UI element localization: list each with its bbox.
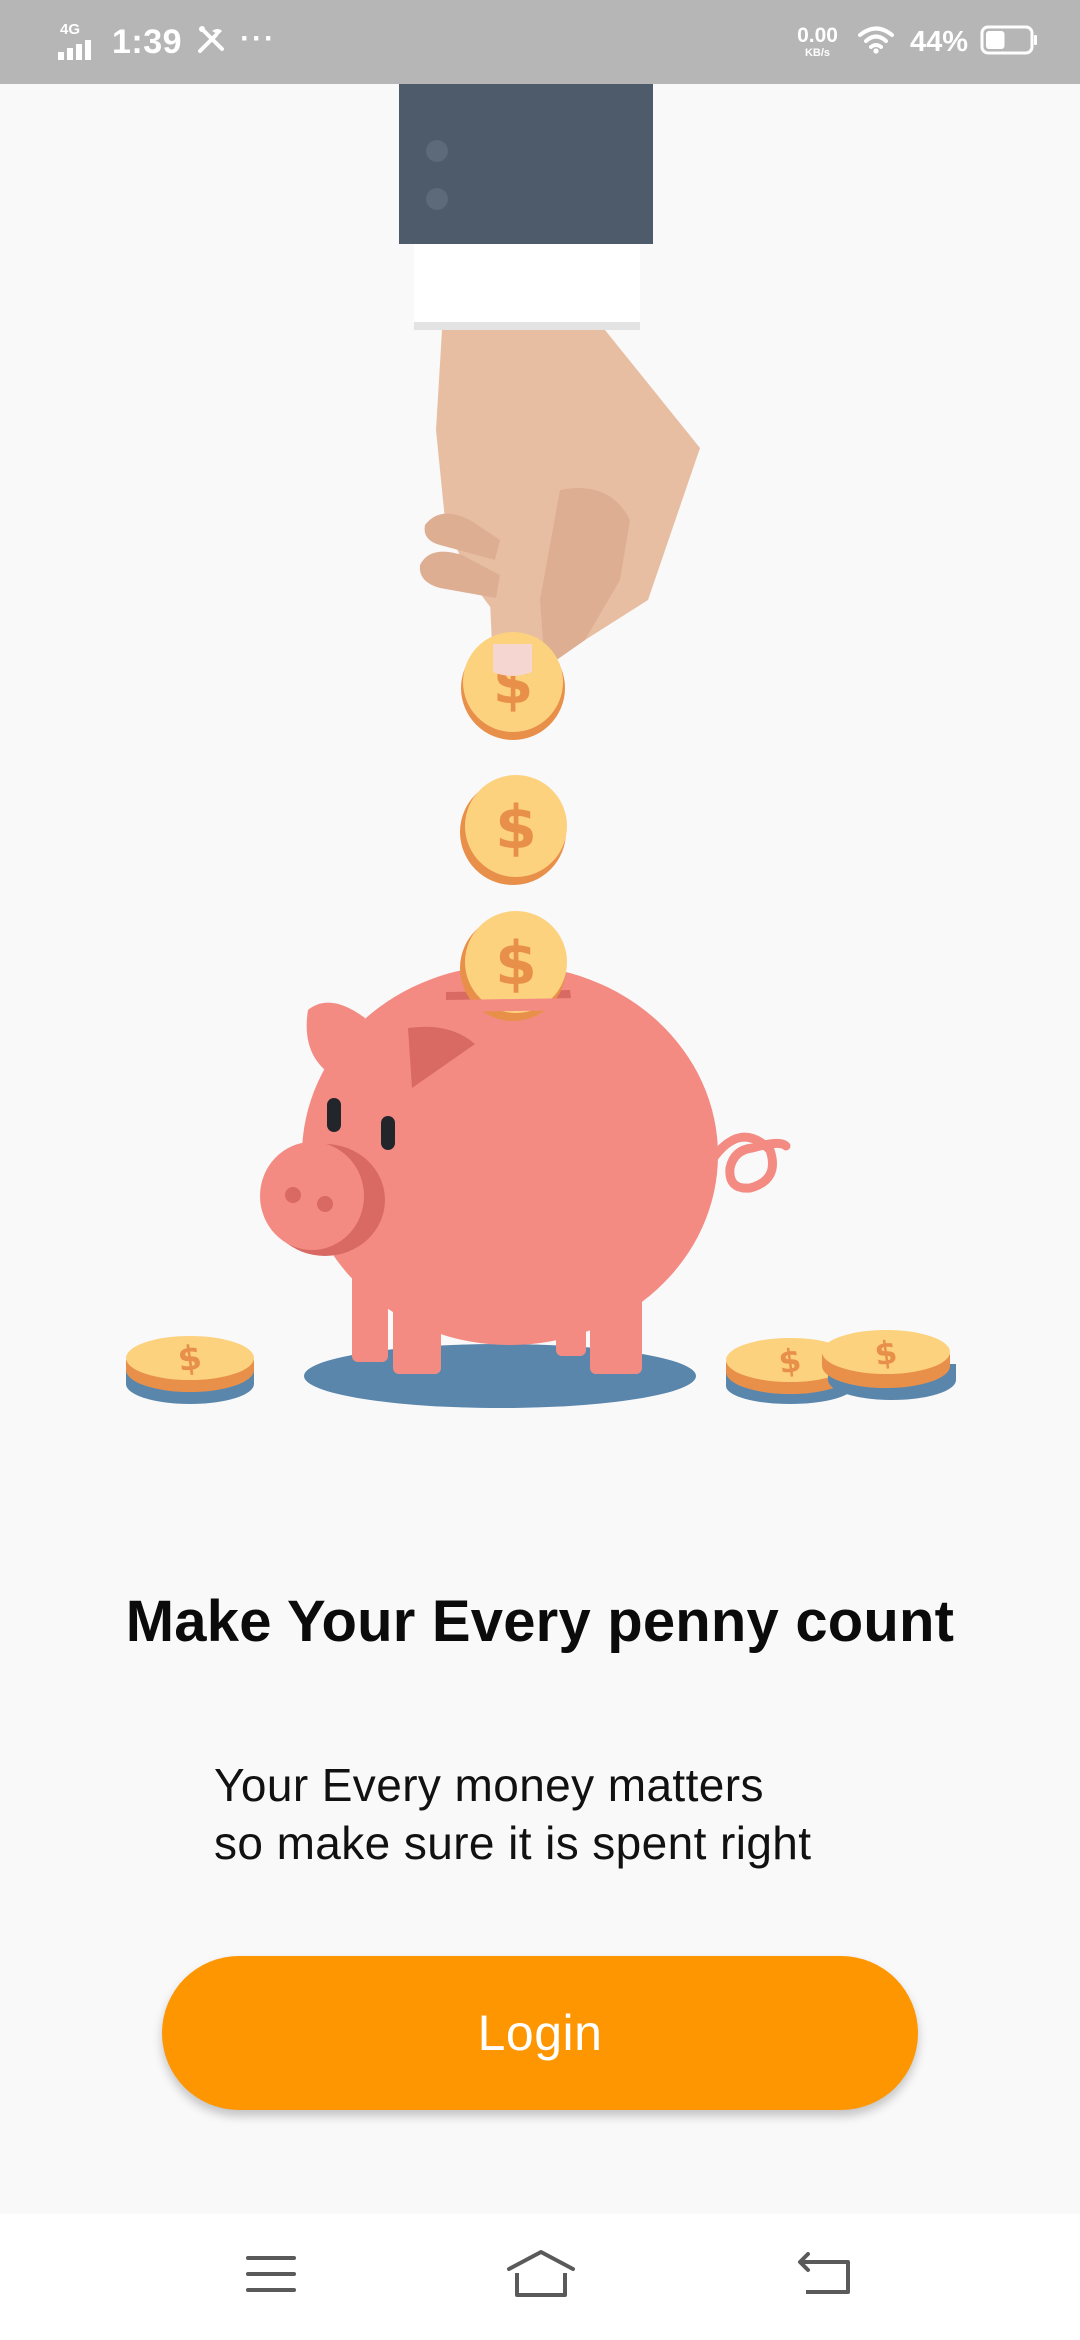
signal-icon: 4G	[58, 22, 98, 62]
coin-symbol: $	[495, 929, 537, 999]
piggy-bank-illustration: $ $ $ $ $ $	[0, 84, 1080, 1464]
page-title: Make Your Every penny count	[125, 1589, 955, 1654]
tools-icon	[196, 25, 226, 60]
status-bar: 4G 1:39 ··· 0.00 KB/s 44%	[0, 0, 1080, 84]
subtitle-line-2: so make sure it is spent right	[214, 1817, 812, 1869]
home-button[interactable]	[496, 2238, 586, 2314]
status-bar-left: 4G 1:39 ···	[58, 18, 276, 66]
home-icon	[505, 2249, 577, 2304]
hand-icon: $	[399, 84, 700, 740]
piggy-bank-icon	[260, 965, 791, 1408]
login-button-label: Login	[477, 2005, 603, 2061]
menu-icon	[244, 2254, 298, 2299]
subtitle: Your Every money matters so make sure it…	[214, 1756, 974, 1872]
coin-stack-icon: $	[126, 1336, 254, 1404]
coin-icon: $	[460, 775, 567, 885]
status-time: 1:39	[112, 22, 183, 61]
login-button[interactable]: Login	[162, 1956, 918, 2110]
speed-unit: KB/s	[804, 47, 831, 59]
back-button[interactable]	[780, 2238, 870, 2314]
network-type: 4G	[60, 21, 81, 38]
network-speed: 0.00 KB/s	[797, 25, 838, 59]
battery-icon	[980, 25, 1038, 60]
speed-value: 0.00	[797, 24, 838, 47]
navigation-bar	[0, 2214, 1080, 2340]
menu-button[interactable]	[226, 2238, 316, 2314]
status-bar-right: 0.00 KB/s 44%	[797, 18, 1038, 66]
screen: 4G 1:39 ··· 0.00 KB/s 44% $ $ $ $ $ $ Ma…	[0, 0, 1080, 2340]
battery-percent: 44%	[909, 25, 968, 58]
coin-symbol: $	[495, 793, 537, 863]
back-icon	[796, 2251, 854, 2301]
subtitle-line-1: Your Every money matters	[214, 1759, 764, 1811]
overflow-dots: ···	[240, 22, 277, 55]
wifi-icon	[857, 26, 894, 59]
coin-stack-icon: $ $	[726, 1330, 956, 1404]
